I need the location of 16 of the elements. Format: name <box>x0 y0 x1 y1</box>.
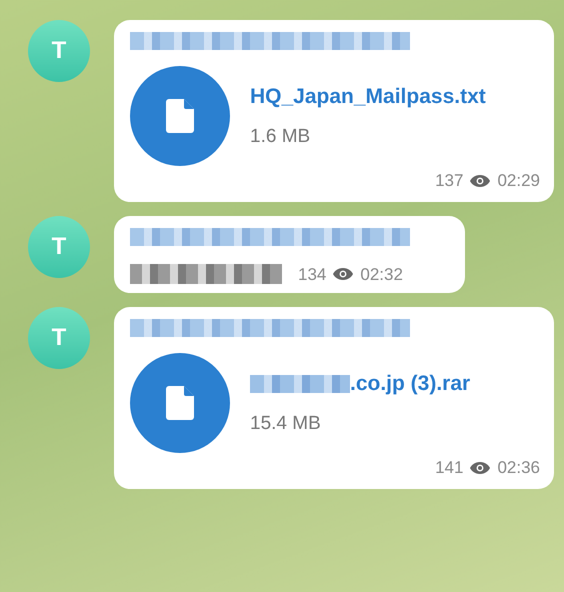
view-count: 134 <box>298 264 326 286</box>
avatar-circle[interactable]: T <box>28 307 90 369</box>
file-size: 15.4 MB <box>250 412 322 436</box>
view-count: 137 <box>435 170 464 192</box>
views-eye-icon <box>469 174 492 188</box>
view-count: 141 <box>435 457 464 479</box>
views-eye-icon <box>469 460 492 475</box>
file-name[interactable]: HQ_Japan_Mailpass.txt <box>250 81 486 112</box>
file-size: 1.6 MB <box>250 124 312 148</box>
views-eye-icon <box>332 267 354 282</box>
message-time: 02:36 <box>497 457 540 479</box>
avatar-circle[interactable]: T <box>28 20 90 82</box>
avatar-circle[interactable]: T <box>28 216 90 278</box>
message-time: 02:32 <box>360 264 403 286</box>
file-name[interactable]: .co.jp (3).rar <box>350 368 470 400</box>
message-time: 02:29 <box>497 170 540 192</box>
